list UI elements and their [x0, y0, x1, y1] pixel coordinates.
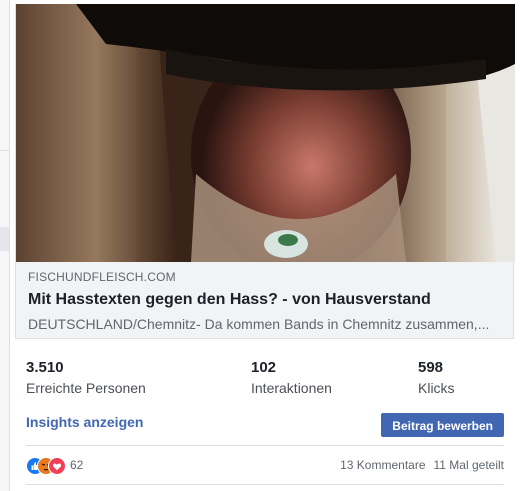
stat-label: Erreichte Personen: [26, 380, 146, 396]
view-insights-link[interactable]: Insights anzeigen: [26, 414, 143, 430]
link-preview[interactable]: FISCHUNDFLEISCH.COM Mit Hasstexten gegen…: [15, 4, 515, 339]
divider: [26, 445, 504, 446]
stat-value: 3.510: [26, 359, 64, 376]
stat-label: Klicks: [418, 380, 455, 396]
gutter-block: [0, 227, 9, 251]
divider: [26, 484, 504, 485]
reaction-count: 62: [70, 458, 84, 472]
love-icon: [48, 457, 66, 475]
preview-meta: FISCHUNDFLEISCH.COM Mit Hasstexten gegen…: [28, 268, 501, 335]
boost-post-button[interactable]: Beitrag bewerben: [381, 413, 504, 437]
preview-headline[interactable]: Mit Hasstexten gegen den Hass? - von Hau…: [28, 288, 501, 312]
engagement-links: 13 Kommentare 11 Mal geteilt: [340, 458, 504, 472]
left-gutter: [0, 0, 10, 491]
preview-domain: FISCHUNDFLEISCH.COM: [28, 270, 176, 284]
shares-link[interactable]: 11 Mal geteilt: [434, 458, 504, 472]
preview-image[interactable]: [16, 4, 515, 262]
stat-reach: 3.510 Erreichte Personen: [26, 358, 146, 398]
gutter-divider: [0, 150, 9, 151]
portrait-image: [16, 4, 515, 262]
preview-description: DEUTSCHLAND/Chemnitz- Da kommen Bands in…: [28, 316, 490, 332]
stat-label: Interaktionen: [251, 380, 332, 396]
post-card: FISCHUNDFLEISCH.COM Mit Hasstexten gegen…: [14, 0, 515, 491]
stat-clicks: 598 Klicks: [418, 358, 455, 398]
stat-engagement: 102 Interaktionen: [251, 358, 332, 398]
stat-value: 102: [251, 359, 277, 376]
post-actions: Insights anzeigen Beitrag bewerben: [26, 410, 504, 438]
post-footer: 62 13 Kommentare 11 Mal geteilt: [26, 453, 504, 477]
comments-link[interactable]: 13 Kommentare: [340, 458, 425, 472]
stat-value: 598: [418, 359, 444, 376]
post-stats: 3.510 Erreichte Personen 102 Interaktion…: [26, 358, 506, 402]
